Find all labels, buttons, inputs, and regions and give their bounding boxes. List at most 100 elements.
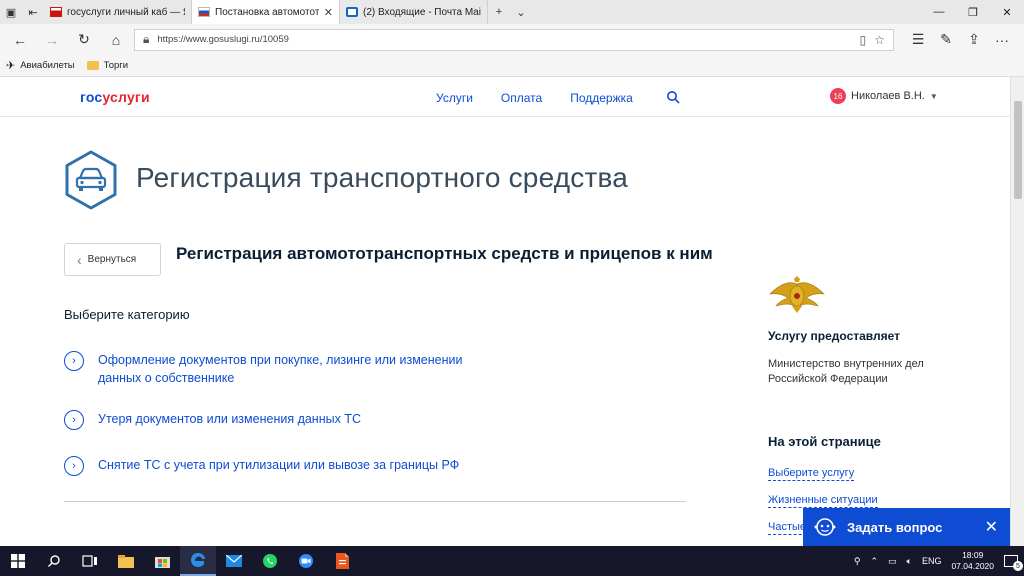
chevron-right-circle-icon: › <box>64 456 84 476</box>
back-button[interactable]: ‹ Вернуться <box>64 243 161 276</box>
maximize-icon[interactable]: ❐ <box>956 0 990 24</box>
browser-tab[interactable]: (2) Входящие - Почта Mail. <box>340 0 488 24</box>
set-aside-tabs-icon[interactable]: ⇤ <box>22 0 44 24</box>
logo-part-2: услуги <box>102 89 150 105</box>
yandex-favicon <box>50 7 62 17</box>
toc-link[interactable]: Жизненные ситуации <box>768 494 878 508</box>
folder-icon <box>86 61 99 70</box>
lock-icon: 🔒︎ <box>143 32 150 46</box>
favorite-label: Торги <box>103 60 129 71</box>
search-icon[interactable] <box>666 90 680 104</box>
search-icon[interactable] <box>36 546 72 576</box>
task-view-icon[interactable] <box>72 546 108 576</box>
people-icon[interactable]: ⚲ <box>854 556 861 567</box>
action-center-icon[interactable]: 5 <box>1004 555 1023 571</box>
network-icon[interactable]: ▭ <box>888 556 897 567</box>
chevron-right-circle-icon: › <box>64 410 84 430</box>
forward-arrow-icon[interactable]: → <box>38 28 66 52</box>
category-label: Оформление документов при покупке, лизин… <box>98 353 463 385</box>
page-title: Регистрация транспортного средства <box>136 162 629 193</box>
menu-item-support[interactable]: Поддержка <box>570 91 633 105</box>
file-explorer-icon[interactable] <box>108 546 144 576</box>
clock[interactable]: 18:09 07.04.2020 <box>951 550 994 572</box>
back-arrow-icon[interactable]: ← <box>6 28 34 52</box>
language-indicator[interactable]: ENG <box>922 556 942 566</box>
favorite-label: Авиабилеты <box>20 60 75 71</box>
ask-question-widget[interactable]: Задать вопрос ✕ <box>803 508 1010 546</box>
plane-icon: ✈ <box>6 60 16 72</box>
toc-heading: На этой странице <box>768 434 881 449</box>
main-menu: Услуги Оплата Поддержка <box>436 91 633 105</box>
document-app-icon[interactable] <box>324 546 360 576</box>
close-window-icon[interactable]: ✕ <box>990 0 1024 24</box>
section-title: Выберите категорию <box>64 307 190 322</box>
service-title: Регистрация автомототранспортных средств… <box>176 244 713 263</box>
address-bar[interactable]: 🔒︎ https://www.gosuslugi.ru/10059 ▯ ☆ <box>134 28 894 51</box>
browser-tab-active[interactable]: Постановка автомотот ✕ <box>192 0 340 24</box>
user-name: Николаев В.Н. <box>851 90 925 102</box>
site-header: госуслуги Услуги Оплата Поддержка 16 Ник… <box>0 77 1010 117</box>
store-icon[interactable] <box>144 546 180 576</box>
refresh-icon[interactable]: ↻ <box>70 28 98 52</box>
windows-taskbar: ⚲ ⌃ ▭ 🔈︎ ENG 18:09 07.04.2020 5 <box>0 546 1024 576</box>
windows-start-icon[interactable] <box>0 546 36 576</box>
russian-flag-favicon <box>198 7 210 17</box>
favorites-bar: ✈ Авиабилеты Торги <box>0 55 1024 77</box>
browser-tab[interactable]: госуслуги личный каб — Я <box>44 0 192 24</box>
edge-browser-icon[interactable] <box>180 546 216 576</box>
tab-label: (2) Входящие - Почта Mail. <box>363 6 481 18</box>
provider-heading: Услугу предоставляет <box>768 329 901 343</box>
page-scrollbar[interactable] <box>1010 77 1024 546</box>
gosuslugi-logo[interactable]: госуслуги <box>80 89 150 105</box>
show-hidden-icons-chevron-icon[interactable]: ⌃ <box>870 556 878 567</box>
dropdown-caret-icon: ▼ <box>929 91 938 101</box>
more-menu-icon[interactable]: ··· <box>988 28 1016 52</box>
tab-preview-chevron-icon[interactable]: ⌄ <box>510 0 532 24</box>
zoom-icon[interactable] <box>288 546 324 576</box>
volume-icon[interactable]: 🔈︎ <box>907 556 912 567</box>
mail-app-icon[interactable] <box>216 546 252 576</box>
browser-tab-strip: ▣ ⇤ госуслуги личный каб — Я Постановка … <box>0 0 1024 24</box>
ask-question-label: Задать вопрос <box>847 519 943 535</box>
mail-favicon <box>346 7 358 17</box>
logo-part-1: гос <box>80 89 103 105</box>
car-hexagon-icon <box>65 150 117 210</box>
action-center-count: 5 <box>1013 561 1023 571</box>
chevron-right-circle-icon: › <box>64 351 84 371</box>
category-link[interactable]: › Оформление документов при покупке, лиз… <box>64 351 488 387</box>
minimize-icon[interactable]: — <box>922 0 956 24</box>
window-controls: — ❐ ✕ <box>922 0 1024 24</box>
pen-icon[interactable]: ✎ <box>932 28 960 52</box>
favorite-item[interactable]: ✈ Авиабилеты <box>6 59 75 72</box>
menu-item-payment[interactable]: Оплата <box>501 91 542 105</box>
reading-view-icon[interactable]: ▯ <box>860 33 867 47</box>
close-icon[interactable]: ✕ <box>985 517 998 537</box>
system-tray: ⚲ ⌃ ▭ 🔈︎ ENG 18:09 07.04.2020 5 <box>854 550 1024 572</box>
close-tab-icon[interactable]: ✕ <box>324 6 333 19</box>
toc-link[interactable]: Выберите услугу <box>768 467 855 481</box>
category-label: Снятие ТС с учета при утилизации или выв… <box>98 458 460 472</box>
tab-actions-icon[interactable]: ▣ <box>0 0 22 24</box>
share-icon[interactable]: ⇪ <box>960 28 988 52</box>
home-icon[interactable]: ⌂ <box>102 28 130 52</box>
clock-date: 07.04.2020 <box>951 561 994 571</box>
divider <box>64 501 686 502</box>
provider-name: Министерство внутренних дел Российской Ф… <box>768 358 924 385</box>
user-menu[interactable]: 16 Николаев В.Н. ▼ <box>830 88 938 104</box>
robot-chat-icon <box>814 518 836 536</box>
whatsapp-icon[interactable] <box>252 546 288 576</box>
back-button-label: Вернуться <box>87 254 137 265</box>
category-label: Утеря документов или изменения данных ТС <box>98 412 361 426</box>
menu-item-services[interactable]: Услуги <box>436 91 473 105</box>
new-tab-icon[interactable]: + <box>488 0 510 24</box>
favorites-hub-icon[interactable]: ☰ <box>904 28 932 52</box>
clock-time: 18:09 <box>962 550 984 560</box>
category-link[interactable]: › Снятие ТС с учета при утилизации или в… <box>64 456 488 476</box>
scrollbar-thumb[interactable] <box>1014 101 1022 199</box>
category-link[interactable]: › Утеря документов или изменения данных … <box>64 410 488 430</box>
favorite-star-icon[interactable]: ☆ <box>874 33 885 47</box>
favorite-item[interactable]: Торги <box>86 60 129 71</box>
notification-badge: 16 <box>830 88 846 104</box>
url-text: https://www.gosuslugi.ru/10059 <box>157 34 289 45</box>
tab-label: госуслуги личный каб — Я <box>67 6 185 18</box>
